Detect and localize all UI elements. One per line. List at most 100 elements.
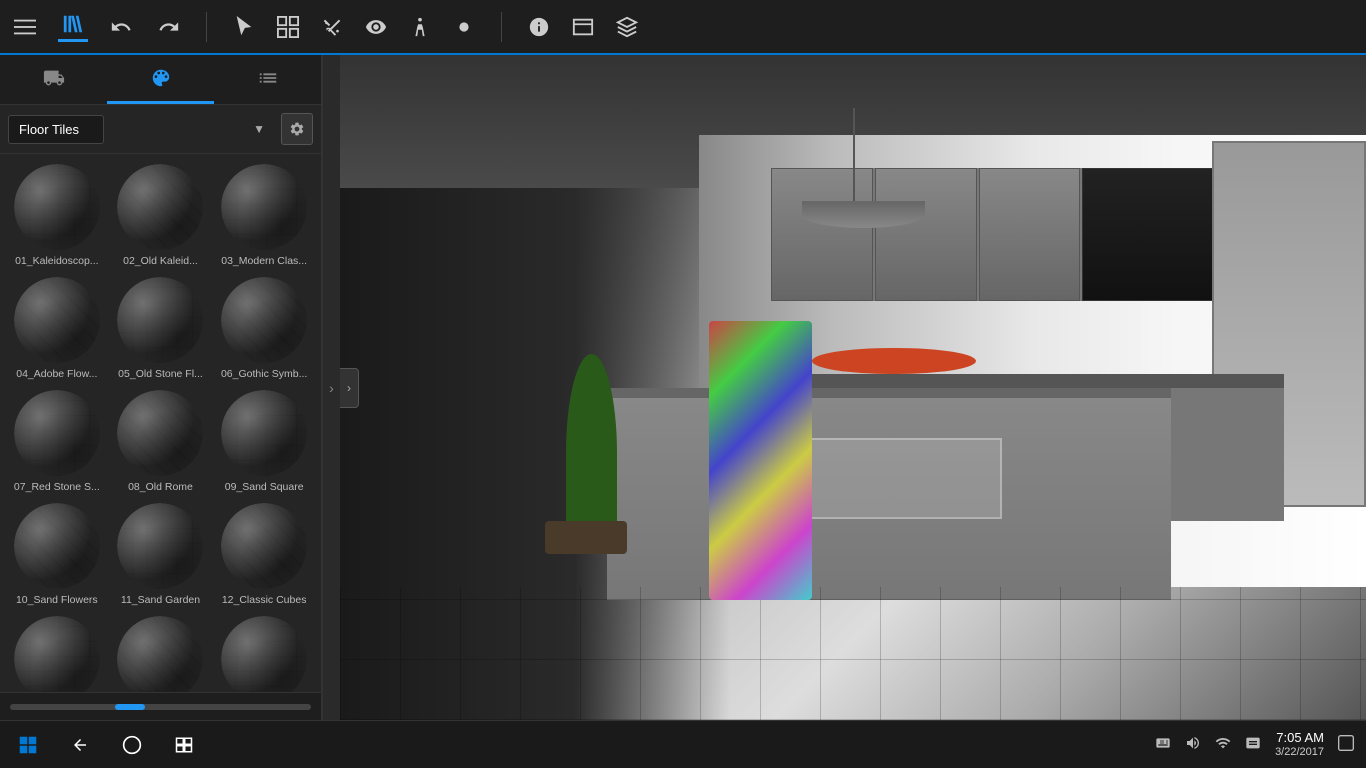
- material-label-4: 04_Adobe Flow...: [16, 368, 97, 380]
- material-sphere-2: [115, 162, 205, 252]
- scissors-icon[interactable]: [317, 12, 347, 42]
- pendant-wire: [853, 108, 855, 208]
- eye-icon[interactable]: [361, 12, 391, 42]
- material-sphere-4: [12, 275, 102, 365]
- sphere-inner-13: [14, 616, 100, 692]
- clock-date: 3/22/2017: [1275, 746, 1324, 759]
- sphere-inner-2: [117, 164, 203, 250]
- material-sphere-6: [219, 275, 309, 365]
- taskbar: 7:05 AM 3/22/2017: [0, 720, 1366, 768]
- material-item-10[interactable]: 10_Sand Flowers: [8, 501, 106, 606]
- taskview-button[interactable]: [168, 729, 200, 761]
- material-sphere-8: [115, 388, 205, 478]
- main-area: Floor TilesWall TilesWood FloorsCarpetsC…: [0, 55, 1366, 720]
- material-label-7: 07_Red Stone S...: [14, 481, 100, 493]
- clock-time: 7:05 AM: [1275, 730, 1324, 746]
- material-item-5[interactable]: 05_Old Stone Fl...: [112, 275, 210, 380]
- material-item-2[interactable]: 02_Old Kaleid...: [112, 162, 210, 267]
- material-label-8: 08_Old Rome: [128, 481, 193, 493]
- upper-cabinets: [771, 168, 1284, 301]
- notification-icon[interactable]: [1338, 735, 1354, 754]
- pendant-shade: [802, 201, 925, 228]
- keyboard-tray-icon[interactable]: [1155, 735, 1171, 754]
- taskbar-left: [12, 729, 200, 761]
- collapse-panel-button[interactable]: ›: [322, 55, 340, 720]
- redo-icon[interactable]: [154, 12, 184, 42]
- material-label-9: 09_Sand Square: [225, 481, 304, 493]
- materials-tab[interactable]: [107, 55, 214, 104]
- back-button[interactable]: [64, 729, 96, 761]
- action-center-icon[interactable]: [1245, 735, 1261, 754]
- tool-group-2: [524, 12, 642, 42]
- top-toolbar: [0, 0, 1366, 55]
- material-grid: 01_Kaleidoscop... 02_Old Kaleid... 03_Mode…: [0, 154, 321, 692]
- material-sphere-14: [115, 614, 205, 692]
- settings-button[interactable]: [281, 113, 313, 145]
- viewport[interactable]: ›: [340, 55, 1366, 720]
- material-item-1[interactable]: 01_Kaleidoscop...: [8, 162, 106, 267]
- sphere-inner-11: [117, 503, 203, 589]
- sphere-inner-9: [221, 390, 307, 476]
- sphere-inner-7: [14, 390, 100, 476]
- material-item-6[interactable]: 06_Gothic Symb...: [215, 275, 313, 380]
- hamburger-icon[interactable]: [10, 12, 40, 42]
- chair: [709, 321, 812, 600]
- plant-pot: [545, 521, 627, 554]
- material-item-9[interactable]: 09_Sand Square: [215, 388, 313, 493]
- material-label-1: 01_Kaleidoscop...: [15, 255, 98, 267]
- home-button[interactable]: [116, 729, 148, 761]
- material-sphere-7: [12, 388, 102, 478]
- material-item-12[interactable]: 12_Classic Cubes: [215, 501, 313, 606]
- cube3d-icon[interactable]: [612, 12, 642, 42]
- panel-tabs: [0, 55, 321, 105]
- library-icon[interactable]: [58, 12, 88, 42]
- material-sphere-15: [219, 614, 309, 692]
- info-icon[interactable]: [524, 12, 554, 42]
- material-item-14[interactable]: 14_Sand Classic: [112, 614, 210, 692]
- scroll-track[interactable]: [10, 704, 311, 710]
- dropdown-row: Floor TilesWall TilesWood FloorsCarpetsC…: [0, 105, 321, 154]
- material-label-11: 11_Sand Garden: [121, 594, 200, 606]
- pointer-icon[interactable]: [229, 12, 259, 42]
- material-item-13[interactable]: 13_Classic Ashlar: [8, 614, 106, 692]
- material-item-11[interactable]: 11_Sand Garden: [112, 501, 210, 606]
- sphere-inner-15: [221, 616, 307, 692]
- material-sphere-12: [219, 501, 309, 591]
- material-item-4[interactable]: 04_Adobe Flow...: [8, 275, 106, 380]
- window-icon[interactable]: [568, 12, 598, 42]
- start-button[interactable]: [12, 729, 44, 761]
- volume-tray-icon[interactable]: [1185, 735, 1201, 754]
- separator-2: [501, 12, 502, 42]
- list-tab[interactable]: [214, 55, 321, 104]
- sphere-inner-1: [14, 164, 100, 250]
- material-sphere-9: [219, 388, 309, 478]
- sun-icon[interactable]: [449, 12, 479, 42]
- separator-1: [206, 12, 207, 42]
- material-sphere-13: [12, 614, 102, 692]
- sphere-inner-6: [221, 277, 307, 363]
- sphere-inner-5: [117, 277, 203, 363]
- category-select[interactable]: Floor TilesWall TilesWood FloorsCarpetsC…: [8, 115, 104, 144]
- taskbar-right: 7:05 AM 3/22/2017: [1155, 730, 1354, 759]
- material-sphere-11: [115, 501, 205, 591]
- material-item-3[interactable]: 03_Modern Clas...: [215, 162, 313, 267]
- figure-icon[interactable]: [405, 12, 435, 42]
- material-item-15[interactable]: 15_Classic Old C...: [215, 614, 313, 692]
- sphere-inner-14: [117, 616, 203, 692]
- material-label-3: 03_Modern Clas...: [221, 255, 307, 267]
- floor: [340, 587, 1366, 720]
- material-label-12: 12_Classic Cubes: [222, 594, 307, 606]
- sphere-inner-12: [221, 503, 307, 589]
- system-clock[interactable]: 7:05 AM 3/22/2017: [1275, 730, 1324, 759]
- undo-icon[interactable]: [106, 12, 136, 42]
- furniture-tab[interactable]: [0, 55, 107, 104]
- material-item-7[interactable]: 07_Red Stone S...: [8, 388, 106, 493]
- grid-icon[interactable]: [273, 12, 303, 42]
- expand-viewport-button[interactable]: ›: [340, 368, 359, 408]
- material-item-8[interactable]: 08_Old Rome: [112, 388, 210, 493]
- category-dropdown-wrapper[interactable]: Floor TilesWall TilesWood FloorsCarpetsC…: [8, 115, 275, 144]
- scroll-thumb[interactable]: [115, 704, 145, 710]
- dropdown-arrow-icon: ▼: [253, 122, 265, 136]
- sphere-inner-3: [221, 164, 307, 250]
- network-tray-icon[interactable]: [1215, 735, 1231, 754]
